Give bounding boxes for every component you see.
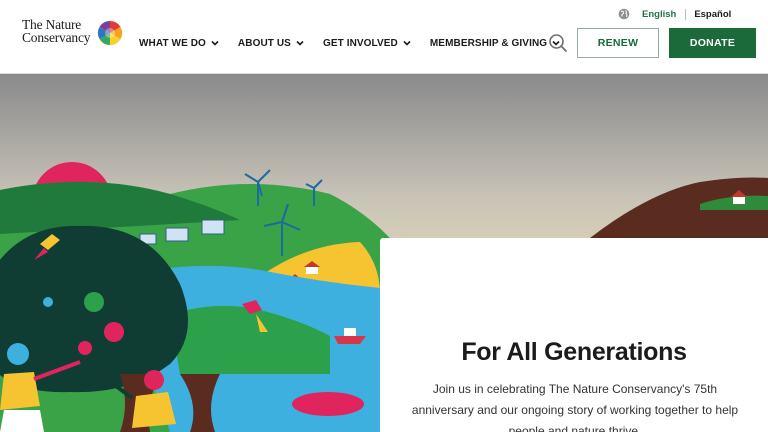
nav-what-we-do[interactable]: WHAT WE DO bbox=[139, 36, 219, 50]
hero-description: Join us in celebrating The Nature Conser… bbox=[411, 382, 739, 432]
lang-english-link[interactable]: English bbox=[642, 9, 676, 20]
nav-label: GET INVOLVED bbox=[322, 37, 398, 49]
nav-about-us[interactable]: ABOUT US bbox=[238, 36, 304, 50]
site-header: The Nature Conservancy English Español W… bbox=[0, 0, 768, 74]
hero-title: For All Generations bbox=[461, 338, 687, 366]
language-switcher: English Español bbox=[618, 7, 731, 21]
chevron-down-icon bbox=[211, 40, 219, 46]
lang-spanish-link[interactable]: Español bbox=[694, 9, 731, 20]
renew-button[interactable]: RENEW bbox=[577, 28, 659, 58]
search-icon[interactable] bbox=[548, 33, 568, 53]
donate-button[interactable]: DONATE bbox=[669, 28, 756, 58]
logo-globe-icon bbox=[97, 20, 123, 46]
logo-wordmark: The Nature Conservancy bbox=[22, 18, 91, 45]
chevron-down-icon bbox=[296, 40, 304, 46]
nav-label: WHAT WE DO bbox=[139, 37, 206, 49]
main-nav: WHAT WE DO ABOUT US GET INVOLVED MEMBERS… bbox=[139, 36, 560, 50]
nav-get-involved[interactable]: GET INVOLVED bbox=[323, 36, 411, 50]
hero-card: For All Generations Join us in celebrati… bbox=[380, 238, 768, 432]
tnc-logo[interactable]: The Nature Conservancy bbox=[22, 18, 126, 54]
nav-label: MEMBERSHIP & GIVING bbox=[429, 37, 548, 49]
globe-icon bbox=[618, 8, 630, 20]
chevron-down-icon bbox=[403, 40, 411, 46]
lang-divider bbox=[685, 8, 687, 20]
nav-membership-giving[interactable]: MEMBERSHIP & GIVING bbox=[430, 36, 560, 50]
nav-label: ABOUT US bbox=[237, 37, 291, 49]
logo-line-2: Conservancy bbox=[22, 30, 91, 45]
hero-banner: For All Generations Join us in celebrati… bbox=[0, 74, 768, 432]
